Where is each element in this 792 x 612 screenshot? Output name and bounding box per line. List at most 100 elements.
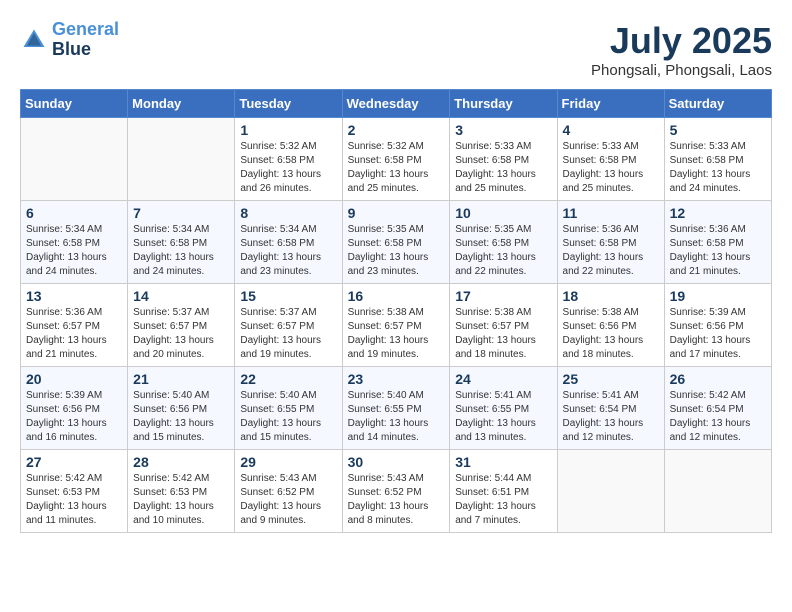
- calendar-cell: 19 Sunrise: 5:39 AMSunset: 6:56 PMDayligh…: [664, 284, 771, 367]
- day-info: Sunrise: 5:40 AMSunset: 6:55 PMDaylight:…: [348, 389, 445, 445]
- calendar-cell: 31 Sunrise: 5:44 AMSunset: 6:51 PMDayligh…: [450, 450, 557, 533]
- day-number: 8: [240, 205, 336, 221]
- day-number: 14: [133, 288, 229, 304]
- day-info: Sunrise: 5:35 AMSunset: 6:58 PMDaylight:…: [348, 223, 445, 279]
- calendar-cell: 11Sunrise: 5:36 AMSunset: 6:58 PMDayligh…: [557, 201, 664, 284]
- day-number: 10: [455, 205, 551, 221]
- calendar-cell: 18 Sunrise: 5:38 AMSunset: 6:56 PMDayligh…: [557, 284, 664, 367]
- day-number: 19: [670, 288, 766, 304]
- day-number: 15: [240, 288, 336, 304]
- calendar-week-3: 13 Sunrise: 5:36 AMSunset: 6:57 PMDayligh…: [21, 284, 772, 367]
- day-number: 13: [26, 288, 122, 304]
- calendar-cell: 3Sunrise: 5:33 AMSunset: 6:58 PMDaylight…: [450, 118, 557, 201]
- day-number: 21: [133, 371, 229, 387]
- calendar-cell: 13 Sunrise: 5:36 AMSunset: 6:57 PMDayligh…: [21, 284, 128, 367]
- calendar-cell: 27 Sunrise: 5:42 AMSunset: 6:53 PMDayligh…: [21, 450, 128, 533]
- day-number: 28: [133, 454, 229, 470]
- day-number: 7: [133, 205, 229, 221]
- day-info: Sunrise: 5:43 AMSunset: 6:52 PMDaylight:…: [240, 472, 336, 528]
- day-number: 30: [348, 454, 445, 470]
- weekday-header-monday: Monday: [128, 90, 235, 118]
- day-info: Sunrise: 5:38 AMSunset: 6:57 PMDaylight:…: [348, 306, 445, 362]
- day-info: Sunrise: 5:37 AMSunset: 6:57 PMDaylight:…: [133, 306, 229, 362]
- calendar-cell: 5 Sunrise: 5:33 AMSunset: 6:58 PMDaylight…: [664, 118, 771, 201]
- calendar-cell: 29 Sunrise: 5:43 AMSunset: 6:52 PMDayligh…: [235, 450, 342, 533]
- calendar-cell: 26 Sunrise: 5:42 AMSunset: 6:54 PMDayligh…: [664, 367, 771, 450]
- day-number: 22: [240, 371, 336, 387]
- calendar-week-4: 20Sunrise: 5:39 AMSunset: 6:56 PMDayligh…: [21, 367, 772, 450]
- calendar-cell: 30 Sunrise: 5:43 AMSunset: 6:52 PMDayligh…: [342, 450, 450, 533]
- logo: General Blue: [20, 20, 119, 60]
- calendar-cell: [664, 450, 771, 533]
- calendar-cell: 21 Sunrise: 5:40 AMSunset: 6:56 PMDayligh…: [128, 367, 235, 450]
- day-info: Sunrise: 5:39 AMSunset: 6:56 PMDaylight:…: [670, 306, 766, 362]
- day-number: 5: [670, 122, 766, 138]
- weekday-header-wednesday: Wednesday: [342, 90, 450, 118]
- day-number: 25: [563, 371, 659, 387]
- calendar-cell: 9 Sunrise: 5:35 AMSunset: 6:58 PMDaylight…: [342, 201, 450, 284]
- logo-icon: [20, 26, 48, 54]
- day-info: Sunrise: 5:32 AMSunset: 6:58 PMDaylight:…: [240, 140, 336, 196]
- day-number: 29: [240, 454, 336, 470]
- day-number: 23: [348, 371, 445, 387]
- title-block: July 2025 Phongsali, Phongsali, Laos: [591, 20, 772, 79]
- logo-text: General Blue: [52, 20, 119, 60]
- weekday-header-sunday: Sunday: [21, 90, 128, 118]
- day-info: Sunrise: 5:40 AMSunset: 6:56 PMDaylight:…: [133, 389, 229, 445]
- day-info: Sunrise: 5:39 AMSunset: 6:56 PMDaylight:…: [26, 389, 122, 445]
- day-info: Sunrise: 5:42 AMSunset: 6:53 PMDaylight:…: [133, 472, 229, 528]
- calendar-cell: 8 Sunrise: 5:34 AMSunset: 6:58 PMDaylight…: [235, 201, 342, 284]
- calendar-cell: 20Sunrise: 5:39 AMSunset: 6:56 PMDayligh…: [21, 367, 128, 450]
- day-number: 18: [563, 288, 659, 304]
- weekday-header-friday: Friday: [557, 90, 664, 118]
- day-info: Sunrise: 5:40 AMSunset: 6:55 PMDaylight:…: [240, 389, 336, 445]
- day-number: 26: [670, 371, 766, 387]
- day-info: Sunrise: 5:37 AMSunset: 6:57 PMDaylight:…: [240, 306, 336, 362]
- day-number: 4: [563, 122, 659, 138]
- day-info: Sunrise: 5:36 AMSunset: 6:58 PMDaylight:…: [670, 223, 766, 279]
- calendar-cell: 14 Sunrise: 5:37 AMSunset: 6:57 PMDayligh…: [128, 284, 235, 367]
- day-info: Sunrise: 5:33 AMSunset: 6:58 PMDaylight:…: [455, 140, 551, 196]
- day-info: Sunrise: 5:33 AMSunset: 6:58 PMDaylight:…: [563, 140, 659, 196]
- calendar-cell: 1 Sunrise: 5:32 AMSunset: 6:58 PMDaylight…: [235, 118, 342, 201]
- day-info: Sunrise: 5:36 AMSunset: 6:57 PMDaylight:…: [26, 306, 122, 362]
- day-number: 2: [348, 122, 445, 138]
- day-number: 12: [670, 205, 766, 221]
- day-info: Sunrise: 5:36 AMSunset: 6:58 PMDaylight:…: [563, 223, 659, 279]
- day-info: Sunrise: 5:43 AMSunset: 6:52 PMDaylight:…: [348, 472, 445, 528]
- day-number: 31: [455, 454, 551, 470]
- day-number: 27: [26, 454, 122, 470]
- month-title: July 2025: [591, 20, 772, 62]
- day-info: Sunrise: 5:34 AMSunset: 6:58 PMDaylight:…: [240, 223, 336, 279]
- calendar-cell: 16Sunrise: 5:38 AMSunset: 6:57 PMDayligh…: [342, 284, 450, 367]
- day-info: Sunrise: 5:41 AMSunset: 6:55 PMDaylight:…: [455, 389, 551, 445]
- day-number: 1: [240, 122, 336, 138]
- calendar-cell: 25Sunrise: 5:41 AMSunset: 6:54 PMDayligh…: [557, 367, 664, 450]
- weekday-header-thursday: Thursday: [450, 90, 557, 118]
- day-info: Sunrise: 5:38 AMSunset: 6:57 PMDaylight:…: [455, 306, 551, 362]
- day-info: Sunrise: 5:33 AMSunset: 6:58 PMDaylight:…: [670, 140, 766, 196]
- weekday-header-row: SundayMondayTuesdayWednesdayThursdayFrid…: [21, 90, 772, 118]
- day-info: Sunrise: 5:42 AMSunset: 6:54 PMDaylight:…: [670, 389, 766, 445]
- location: Phongsali, Phongsali, Laos: [591, 62, 772, 79]
- calendar-cell: [128, 118, 235, 201]
- calendar-cell: 22 Sunrise: 5:40 AMSunset: 6:55 PMDayligh…: [235, 367, 342, 450]
- day-info: Sunrise: 5:34 AMSunset: 6:58 PMDaylight:…: [26, 223, 122, 279]
- day-info: Sunrise: 5:44 AMSunset: 6:51 PMDaylight:…: [455, 472, 551, 528]
- calendar-cell: 12 Sunrise: 5:36 AMSunset: 6:58 PMDayligh…: [664, 201, 771, 284]
- day-info: Sunrise: 5:38 AMSunset: 6:56 PMDaylight:…: [563, 306, 659, 362]
- calendar-cell: 4 Sunrise: 5:33 AMSunset: 6:58 PMDaylight…: [557, 118, 664, 201]
- calendar-cell: 15 Sunrise: 5:37 AMSunset: 6:57 PMDayligh…: [235, 284, 342, 367]
- calendar-cell: [557, 450, 664, 533]
- calendar-week-1: 1 Sunrise: 5:32 AMSunset: 6:58 PMDaylight…: [21, 118, 772, 201]
- calendar-cell: 28 Sunrise: 5:42 AMSunset: 6:53 PMDayligh…: [128, 450, 235, 533]
- calendar-cell: [21, 118, 128, 201]
- calendar-cell: 2Sunrise: 5:32 AMSunset: 6:58 PMDaylight…: [342, 118, 450, 201]
- day-number: 17: [455, 288, 551, 304]
- day-number: 6: [26, 205, 122, 221]
- calendar-cell: 6 Sunrise: 5:34 AMSunset: 6:58 PMDaylight…: [21, 201, 128, 284]
- weekday-header-tuesday: Tuesday: [235, 90, 342, 118]
- day-number: 9: [348, 205, 445, 221]
- day-info: Sunrise: 5:42 AMSunset: 6:53 PMDaylight:…: [26, 472, 122, 528]
- calendar-week-2: 6 Sunrise: 5:34 AMSunset: 6:58 PMDaylight…: [21, 201, 772, 284]
